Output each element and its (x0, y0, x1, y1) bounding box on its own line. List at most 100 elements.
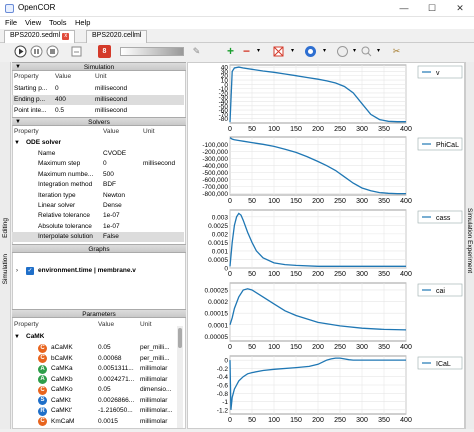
property-name: CaMKt (51, 396, 71, 404)
run-button[interactable] (14, 45, 27, 58)
csv-export-icon[interactable] (272, 45, 285, 58)
editing-side-tab[interactable]: Editing (2, 218, 9, 238)
x-tick-label: 300 (356, 417, 368, 424)
wrench-icon[interactable]: ✎ (190, 45, 203, 58)
maximize-button[interactable]: ☐ (418, 0, 446, 17)
sedml-icon[interactable] (304, 45, 317, 58)
y-tick-label: -200,000 (202, 149, 228, 156)
pause-button[interactable] (30, 45, 43, 58)
chevron-down-icon[interactable]: ▾ (318, 45, 331, 58)
col-unit: Unit (140, 321, 152, 328)
y-tick-label: -300,000 (202, 156, 228, 163)
chevron-right-icon[interactable]: › (16, 268, 18, 274)
y-tick-label: 0.0001 (208, 322, 228, 329)
property-value[interactable]: 0.5 (55, 107, 64, 114)
property-name: Integration method (38, 181, 93, 189)
legend-label: v (436, 70, 440, 77)
legend-label: ICaL (436, 361, 451, 368)
x-tick-label: 100 (268, 126, 280, 133)
property-value[interactable]: False (103, 233, 143, 240)
simulation-section-header[interactable]: ▼ Simulation (12, 62, 186, 71)
col-property: Property (14, 73, 39, 80)
legend-label: cass (436, 215, 451, 222)
property-value[interactable]: BDF (103, 181, 143, 188)
legend-label: PhiCaL (436, 142, 459, 149)
property-value[interactable]: 0.0026866... (98, 397, 138, 404)
property-value[interactable]: 500 (103, 171, 143, 178)
property-unit: millisecond (143, 160, 176, 168)
chevron-down-icon[interactable]: ▾ (372, 45, 385, 58)
x-tick-label: 350 (378, 271, 390, 278)
property-value[interactable]: Newton (103, 192, 143, 199)
tab-cellml[interactable]: BPS2020.cellml (86, 30, 148, 43)
title-bar: OpenCOR — ☐ ✕ (0, 0, 474, 17)
property-name: Relative tolerance (38, 212, 91, 220)
y-tick-label: 0.003 (212, 214, 229, 221)
collapse-icon[interactable]: ▼ (15, 63, 21, 72)
chevron-down-icon[interactable]: ▾ (252, 45, 265, 58)
property-value[interactable]: 1e-07 (103, 223, 143, 230)
delay-slider[interactable] (120, 47, 184, 56)
property-value[interactable]: 0.0051311... (98, 365, 138, 372)
minimize-button[interactable]: — (390, 0, 418, 17)
property-value[interactable]: 0.00068 (98, 355, 138, 362)
graph-svg[interactable]: 0 50 100 150 200 250 300 350 400403020100-10-20-… (188, 63, 466, 430)
menu-view[interactable]: View (25, 18, 41, 27)
graph-checkbox[interactable]: ✓ (26, 267, 34, 275)
property-value[interactable]: 0 (103, 160, 143, 167)
tools-icon[interactable]: ✂ (390, 45, 403, 58)
expand-icon[interactable]: ▼ (14, 334, 20, 340)
close-button[interactable]: ✕ (446, 0, 474, 17)
solvers-section-header[interactable]: ▼ Solvers (12, 117, 186, 126)
property-unit: millisecond (95, 96, 128, 103)
property-name: Name (38, 150, 56, 157)
issue-count-badge[interactable]: 8 (98, 45, 111, 58)
y-tick-label: 0.00015 (205, 311, 229, 318)
y-tick-label: -1.2 (217, 407, 229, 414)
x-tick-label: 250 (334, 126, 346, 133)
property-value[interactable]: 0.0015 (98, 418, 138, 425)
stop-button[interactable] (46, 45, 59, 58)
property-name: Absolute tolerance (38, 222, 92, 230)
property-value[interactable]: 0.05 (98, 344, 138, 351)
property-name: Point inte... (14, 107, 47, 114)
property-unit: millisecond (95, 107, 128, 114)
property-value[interactable]: Dense (103, 202, 143, 209)
parameters-section-header[interactable]: Parameters (12, 309, 186, 318)
x-tick-label: 350 (378, 198, 390, 205)
y-tick-label: -500,000 (202, 170, 228, 177)
simulation-side-tab[interactable]: Simulation (2, 254, 9, 284)
camk-group: CaMK (26, 333, 45, 340)
collapse-icon[interactable]: ▼ (15, 118, 21, 127)
property-value[interactable]: CVODE (103, 150, 143, 157)
property-name: Interpolate solution (38, 233, 93, 241)
close-icon[interactable]: x (62, 33, 70, 40)
property-value[interactable]: 0.05 (98, 386, 138, 393)
add-graph-icon[interactable]: + (224, 45, 237, 58)
y-tick-label: 0.0025 (208, 223, 228, 230)
property-value[interactable]: 0 (55, 85, 59, 92)
property-value[interactable]: 0.0024271... (98, 376, 138, 383)
reset-icon[interactable] (70, 45, 83, 58)
x-tick-label: 100 (268, 344, 280, 351)
x-tick-label: 300 (356, 271, 368, 278)
property-value[interactable]: -1.216050... (98, 407, 138, 414)
property-unit: millimolar (140, 375, 168, 383)
scrollbar[interactable] (177, 326, 183, 428)
col-value: Value (55, 73, 72, 80)
property-value[interactable]: 1e-07 (103, 212, 143, 219)
expand-icon[interactable]: ▼ (14, 140, 20, 146)
menu-help[interactable]: Help (75, 18, 90, 27)
property-name: Ending p... (14, 96, 46, 103)
menu-file[interactable]: File (5, 18, 17, 27)
x-tick-label: 50 (248, 126, 256, 133)
tab-sedml[interactable]: BPS2020.sedml x (4, 30, 76, 43)
simulation-experiment-side-tab[interactable]: Simulation Experiment (466, 208, 473, 273)
property-name: CaMKo (51, 386, 73, 393)
graph-item-label[interactable]: environment.time | membrane.v (38, 267, 136, 274)
y-tick-label: 0.002 (212, 231, 229, 238)
property-value[interactable]: 400 (55, 96, 66, 103)
chevron-down-icon[interactable]: ▾ (286, 45, 299, 58)
graphs-section-header[interactable]: Graphs (12, 244, 186, 253)
menu-tools[interactable]: Tools (49, 18, 67, 27)
